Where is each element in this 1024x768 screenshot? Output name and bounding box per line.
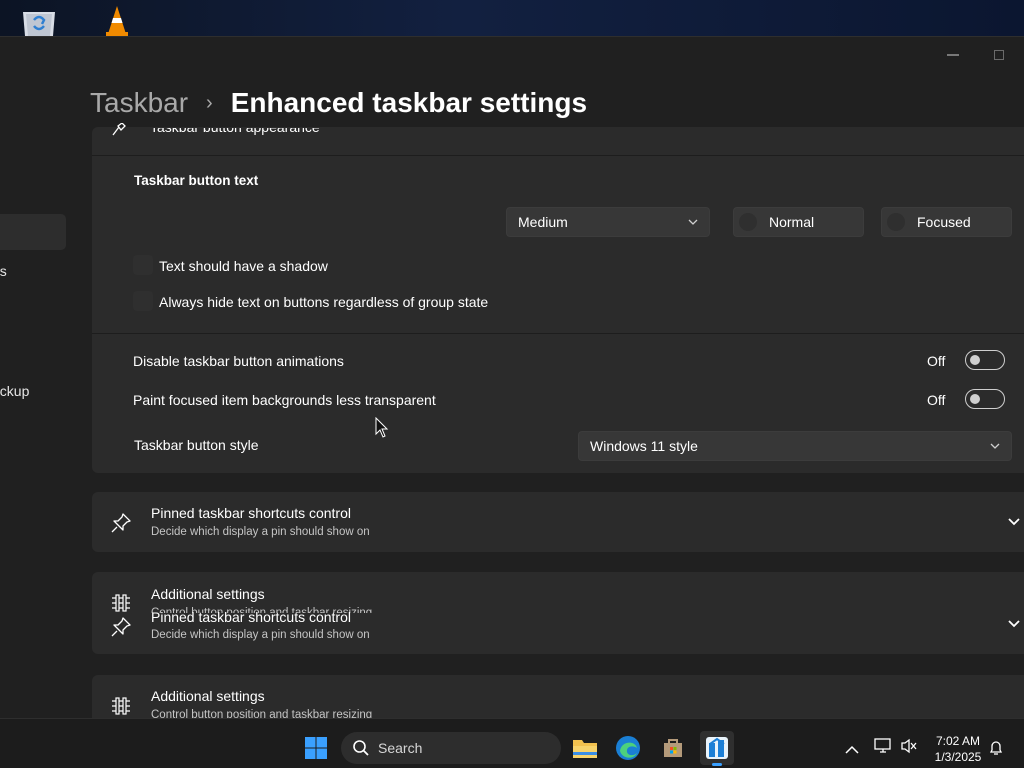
shadow-checkbox-label: Text should have a shadow [159,258,328,274]
pin-icon [110,512,132,539]
volume-icon[interactable] [900,738,918,759]
paint-focused-state: Off [927,392,946,408]
file-explorer-icon[interactable] [569,732,601,764]
toggle-knob [970,394,980,404]
active-indicator [712,763,722,766]
button-style-dropdown[interactable]: Windows 11 style [578,431,1012,461]
chevron-up-icon[interactable] [845,742,859,760]
sidebar-item-4[interactable]: ackup [0,373,66,409]
sidebar-item-1[interactable]: u [0,133,66,169]
bell-icon[interactable] [989,740,1003,761]
chevron-down-icon [990,443,1000,449]
additional-settings-card[interactable]: Additional settings Control button posit… [92,675,1024,718]
settings-sliders-icon [110,593,132,618]
focused-option-label: Focused [917,214,971,230]
vlc-icon[interactable] [104,0,130,36]
shadow-checkbox[interactable] [133,255,153,275]
chevron-down-icon[interactable] [1006,514,1022,535]
pinned-card-subtitle: Decide which display a pin should show o… [151,629,370,641]
additional-settings-card-overlap[interactable]: Additional settings Control button posit… [92,572,1024,654]
breadcrumb: Taskbar › Enhanced taskbar settings [90,83,587,123]
pin-icon [110,616,132,643]
normal-option-button[interactable]: Normal [733,207,864,237]
focused-radio[interactable] [887,213,905,231]
focused-option-button[interactable]: Focused [881,207,1012,237]
search-icon [353,740,369,756]
minimize-button[interactable] [930,41,976,69]
divider [92,155,1024,156]
clock-time: 7:02 AM [935,734,981,748]
hide-text-checkbox[interactable] [133,291,153,311]
network-icon[interactable] [874,738,892,759]
button-style-label: Taskbar button style [134,437,259,453]
settings-window: u n ns ackup Taskbar › Enhanced taskbar … [0,36,1024,718]
maximize-button[interactable] [976,41,1022,69]
breadcrumb-separator: › [206,91,213,114]
hide-text-checkbox-label: Always hide text on buttons regardless o… [159,294,489,310]
divider [92,333,1024,334]
sidebar-item-3[interactable]: ns [0,253,66,289]
maximize-icon [994,50,1004,60]
sidebar-item-label: ackup [0,383,30,399]
settings-sliders-icon [110,696,132,718]
page-title: Enhanced taskbar settings [230,87,588,118]
disable-animations-label: Disable taskbar button animations [133,353,344,369]
toggle-knob [970,355,980,365]
text-size-dropdown[interactable]: Medium [506,207,710,237]
edge-icon[interactable] [612,732,644,764]
brush-icon [110,122,128,142]
taskbar-button-appearance-card: Taskbar button appearance Taskbar button… [92,122,1024,473]
search-placeholder: Search [378,740,423,756]
taskbar: Search 7:02 AM 1/3/2025 [0,718,1024,768]
taskbar-button-text-heading: Taskbar button text [134,173,259,188]
clock[interactable]: 7:02 AM 1/3/2025 [926,733,990,765]
pinned-card-title: Pinned taskbar shortcuts control [151,505,351,521]
clock-date: 1/3/2025 [934,750,982,764]
disable-animations-toggle[interactable] [965,350,1005,370]
pinned-shortcuts-card[interactable]: Pinned taskbar shortcuts control Decide … [92,492,1024,552]
sidebar-item-2[interactable]: n [0,173,66,209]
disable-animations-state: Off [927,353,946,369]
search-box[interactable]: Search [341,732,561,764]
minimize-icon [947,54,959,56]
additional-card-title: Additional settings [151,586,265,602]
pinned-card-subtitle: Decide which display a pin should show o… [151,526,370,538]
normal-option-label: Normal [769,214,815,230]
normal-radio[interactable] [739,213,757,231]
chevron-down-icon [688,219,698,225]
pinned-card-title: Pinned taskbar shortcuts control [151,609,351,625]
additional-card-title: Additional settings [151,688,265,704]
recycle-bin-icon[interactable] [20,0,58,36]
store-icon[interactable] [657,732,689,764]
mouse-cursor [375,416,389,444]
button-style-value: Windows 11 style [590,438,698,454]
sidebar-item-label: ns [0,263,7,279]
app-icon[interactable] [700,731,734,766]
chevron-down-icon[interactable] [1006,616,1022,637]
paint-focused-toggle[interactable] [965,389,1005,409]
text-size-value: Medium [518,214,568,230]
desktop-strip [0,0,1024,36]
windows-start-icon[interactable] [300,732,332,764]
breadcrumb-parent[interactable]: Taskbar [90,87,188,119]
additional-card-subtitle: Control button position and taskbar resi… [151,709,373,718]
sidebar-item-selected[interactable] [0,214,66,250]
paint-focused-label: Paint focused item backgrounds less tran… [133,392,436,408]
